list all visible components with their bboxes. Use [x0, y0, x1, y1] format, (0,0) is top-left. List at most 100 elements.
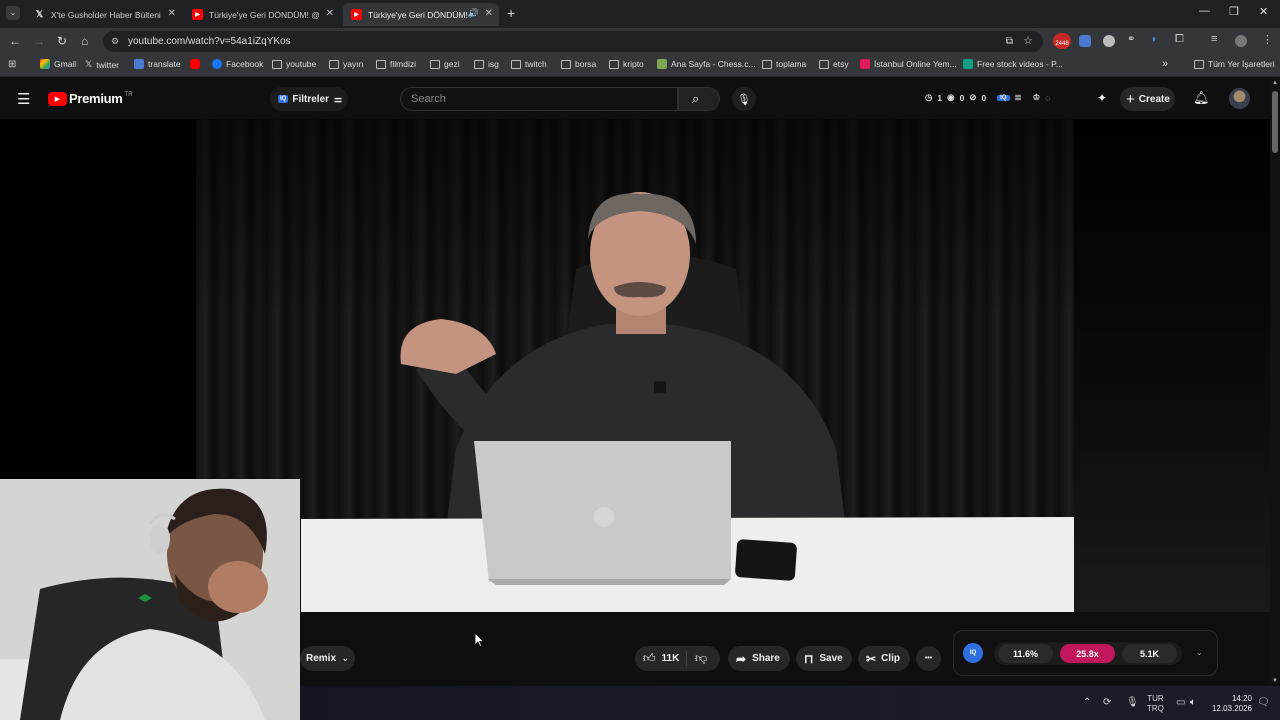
vpn-extension-icon[interactable]: ⚭ — [1127, 34, 1139, 46]
bookmark-gmail[interactable]: Gmail — [40, 59, 76, 69]
microphone-tray-icon[interactable]: 🎙︎ — [1126, 697, 1139, 708]
install-app-icon[interactable]: ⧉ — [1006, 31, 1013, 52]
bookmark-pexels[interactable]: Free stock videos - P... — [963, 59, 1063, 69]
tab-close-icon[interactable]: ✕ — [326, 8, 334, 19]
site-info-icon[interactable]: ⚙ — [111, 31, 119, 52]
tab-gusholder[interactable]: 𝕏 X'te Gusholder Haber Bülteni: " ✕ — [26, 3, 182, 26]
bookmark-facebook[interactable]: Facebook — [212, 59, 263, 69]
bookmark-folder-youtube[interactable]: youtube — [272, 59, 316, 69]
create-button[interactable]: + Create — [1120, 87, 1175, 111]
bookmark-twitter[interactable]: 𝕏twitter — [85, 59, 119, 70]
folder-icon — [609, 59, 619, 69]
system-clock[interactable]: 14:20 12.03.2026 — [1209, 694, 1252, 714]
bookmark-folder-etsy[interactable]: etsy — [819, 59, 849, 69]
youtube-premium-logo[interactable]: ▶ Premium TR — [48, 91, 133, 106]
bookmark-folder-twitch[interactable]: twitch — [511, 59, 547, 69]
all-bookmarks-button[interactable]: Tüm Yer İşaretleri — [1194, 59, 1275, 69]
apps-grid-icon[interactable]: ⊞ — [8, 59, 16, 70]
network-tray-icon[interactable]: ▭ — [1176, 697, 1185, 708]
restore-icon[interactable]: ❐ — [1229, 5, 1239, 18]
tray-overflow-icon[interactable]: ⌃ — [1083, 697, 1091, 708]
scrollbar-thumb[interactable] — [1272, 91, 1278, 153]
hamburger-menu-icon[interactable]: ☰ — [17, 90, 30, 108]
minimize-icon[interactable]: — — [1199, 5, 1210, 17]
search-button[interactable]: ⌕ — [678, 87, 720, 111]
share-button[interactable]: ➦ Share — [728, 646, 790, 671]
bookmark-folder-yayin[interactable]: yayın — [329, 59, 363, 69]
scroll-down-icon[interactable]: ▼ — [1272, 678, 1278, 684]
language-indicator[interactable]: TUR TRQ — [1147, 694, 1164, 714]
mouse-cursor-icon — [475, 633, 484, 647]
dislike-button[interactable]: 👎︎ — [687, 651, 707, 666]
x-logo-icon: 𝕏 — [85, 59, 93, 69]
youtube-favicon-icon: ▶ — [192, 9, 203, 20]
scissors-icon: ✂ — [866, 651, 877, 666]
cast-extension-icon[interactable]: ◗ — [1151, 34, 1163, 46]
folder-icon — [1194, 59, 1204, 69]
chat-icon[interactable]: ◌ — [1045, 93, 1050, 103]
share-arrow-icon: ➦ — [736, 651, 747, 666]
youtube-logo-icon: ▶ — [48, 91, 67, 106]
bookmark-folder-isg[interactable]: isg — [474, 59, 499, 69]
tab-close-icon[interactable]: ✕ — [168, 8, 176, 19]
translate-extension-icon[interactable] — [1079, 35, 1091, 47]
stats-extension-bar[interactable]: ◷ 1 ◉ 0 ⊘ 0 IQ ≣ ♔ ◌ — [925, 92, 1050, 103]
menu-dots-icon[interactable]: ⋮ — [1262, 33, 1274, 46]
bookmark-star-icon[interactable]: ☆ — [1023, 31, 1033, 52]
trophy-icon[interactable]: ♔ — [1033, 92, 1041, 103]
iq-panel-chevron-icon[interactable]: ⌄ — [1196, 648, 1203, 657]
extension-bird-icon[interactable]: ✦ — [1097, 91, 1107, 105]
bookmark-chess[interactable]: Ana Sayfa - Chess.c... — [657, 59, 756, 69]
reload-icon[interactable]: ↻ — [57, 34, 67, 48]
bookmark-folder-borsa[interactable]: borsa — [561, 59, 596, 69]
thumbs-down-icon: 👎︎ — [695, 651, 708, 665]
bookmark-folder-gezi[interactable]: gezi — [430, 59, 460, 69]
tab-audio-icon[interactable]: 🔊 — [468, 8, 479, 19]
page-scrollbar[interactable]: ▲ ▼ — [1270, 77, 1280, 684]
notification-center-icon[interactable]: 🗨︎ — [1257, 697, 1270, 708]
extensions-puzzle-icon[interactable]: ⧠ — [1175, 33, 1187, 45]
tab-youtube-active[interactable]: ▶ Türkiye'ye Geri DÖNDÜM! 🔊 ✕ — [343, 3, 499, 26]
folder-icon — [376, 59, 386, 69]
volume-tray-icon[interactable]: 🔈︎ — [1190, 697, 1196, 708]
bookmark-folder-toplama[interactable]: toplama — [762, 59, 806, 69]
iq-logo-icon: IQ — [963, 643, 983, 663]
notifications-bell-icon[interactable]: 🔔︎ — [1193, 90, 1210, 106]
voice-search-button[interactable]: 🎙 — [732, 87, 756, 111]
bookmark-folder-kripto[interactable]: kripto — [609, 59, 644, 69]
bookmark-folder-filmdizi[interactable]: filmdizi — [376, 59, 416, 69]
more-actions-button[interactable]: ••• — [916, 646, 941, 671]
bookmarks-overflow-icon[interactable]: » — [1162, 58, 1168, 70]
scroll-up-icon[interactable]: ▲ — [1272, 80, 1278, 86]
media-control-icon[interactable]: ≡ — [1211, 33, 1223, 45]
tab-close-icon[interactable]: ✕ — [485, 8, 493, 19]
window-close-icon[interactable]: ✕ — [1259, 5, 1268, 18]
new-tab-button[interactable]: + — [507, 5, 515, 21]
save-button[interactable]: ⊓ Save — [796, 646, 852, 671]
bookmark-yemeksepeti[interactable]: İstanbul Online Yem... — [860, 59, 957, 69]
clip-button[interactable]: ✂ Clip — [858, 646, 910, 671]
remix-button[interactable]: Remix ⌄ — [300, 646, 355, 671]
like-button[interactable]: 👍︎ 11K — [635, 651, 687, 666]
search-input[interactable]: Search — [400, 87, 678, 111]
eye-icon: ◉ — [947, 92, 955, 102]
tab-youtube-1[interactable]: ▶ Türkiye'ye Geri DÖNDÜM! @36 ✕ — [184, 3, 340, 26]
folder-icon — [511, 59, 521, 69]
iq-extension-icon[interactable]: IQ — [997, 94, 1010, 101]
extension-badge-icon[interactable]: 2448 — [1053, 33, 1071, 49]
bookmark-youtube-icon[interactable] — [190, 59, 204, 69]
like-dislike-group: 👍︎ 11K 👎︎ — [635, 646, 720, 671]
home-icon[interactable]: ⌂ — [81, 34, 88, 48]
address-bar[interactable]: ⚙ youtube.com/watch?v=54a1iZqYKos ⧉ ☆ — [103, 31, 1043, 52]
avatar[interactable] — [1229, 88, 1250, 109]
forward-arrow-icon[interactable]: → — [33, 34, 45, 48]
sync-tray-icon[interactable]: ⟳ — [1103, 697, 1111, 708]
list-icon[interactable]: ≣ — [1015, 92, 1022, 103]
profile-avatar-icon[interactable] — [1235, 35, 1247, 47]
bookmarks-bar: ⊞ Gmail 𝕏twitter translate Facebook yout… — [0, 55, 1280, 77]
bookmark-translate[interactable]: translate — [134, 59, 181, 69]
back-arrow-icon[interactable]: ← — [9, 34, 21, 48]
filters-button[interactable]: IQ Filtreler ⚌ — [270, 87, 348, 111]
tab-search-chevron-icon[interactable]: ⌄ — [6, 6, 20, 20]
extension-icon[interactable] — [1103, 35, 1115, 47]
